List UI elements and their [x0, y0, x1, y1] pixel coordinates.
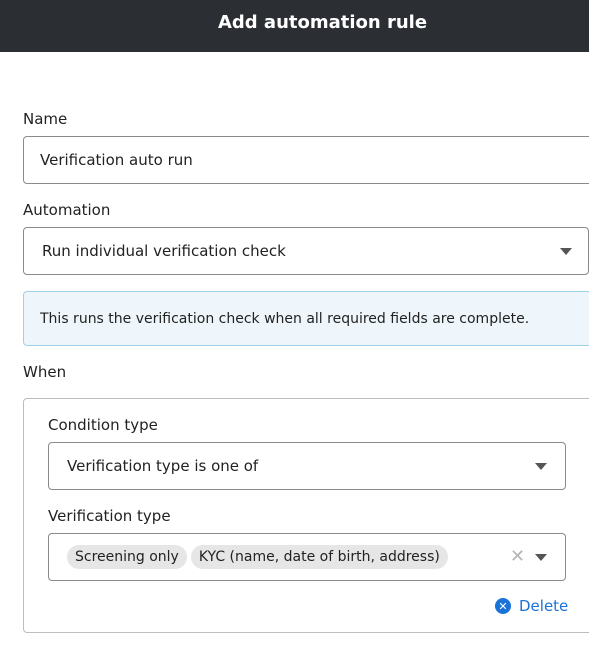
chevron-down-icon[interactable]	[535, 463, 547, 470]
condition-type-select-value: Verification type is one of	[67, 457, 259, 475]
condition-type-select[interactable]: Verification type is one of	[48, 442, 566, 490]
name-label: Name	[23, 110, 68, 128]
name-input-value: Verification auto run	[40, 151, 193, 169]
automation-select-value: Run individual verification check	[42, 242, 286, 260]
verification-type-label: Verification type	[48, 507, 171, 525]
chevron-down-icon[interactable]	[535, 554, 547, 561]
chevron-down-icon[interactable]	[560, 248, 572, 255]
condition-type-label: Condition type	[48, 416, 158, 434]
info-banner-text: This runs the verification check when al…	[40, 310, 530, 327]
automation-label: Automation	[23, 201, 111, 219]
dialog-title: Add automation rule	[217, 11, 428, 33]
dialog-header: Add automation rule	[0, 0, 589, 52]
verification-type-multiselect[interactable]: Screening only KYC (name, date of birth,…	[48, 533, 566, 581]
delete-button[interactable]: ✕ Delete	[495, 597, 568, 615]
close-icon[interactable]: ✕	[510, 548, 525, 566]
name-input[interactable]: Verification auto run	[23, 136, 589, 184]
chip-kyc[interactable]: KYC (name, date of birth, address)	[190, 545, 448, 569]
when-label: When	[23, 363, 67, 381]
chip-screening-only[interactable]: Screening only	[67, 545, 187, 569]
delete-label: Delete	[519, 597, 569, 615]
info-banner: This runs the verification check when al…	[23, 291, 589, 346]
close-circle-icon: ✕	[495, 598, 511, 614]
automation-select[interactable]: Run individual verification check	[23, 227, 589, 275]
chip-list: Screening only KYC (name, date of birth,…	[49, 545, 452, 569]
